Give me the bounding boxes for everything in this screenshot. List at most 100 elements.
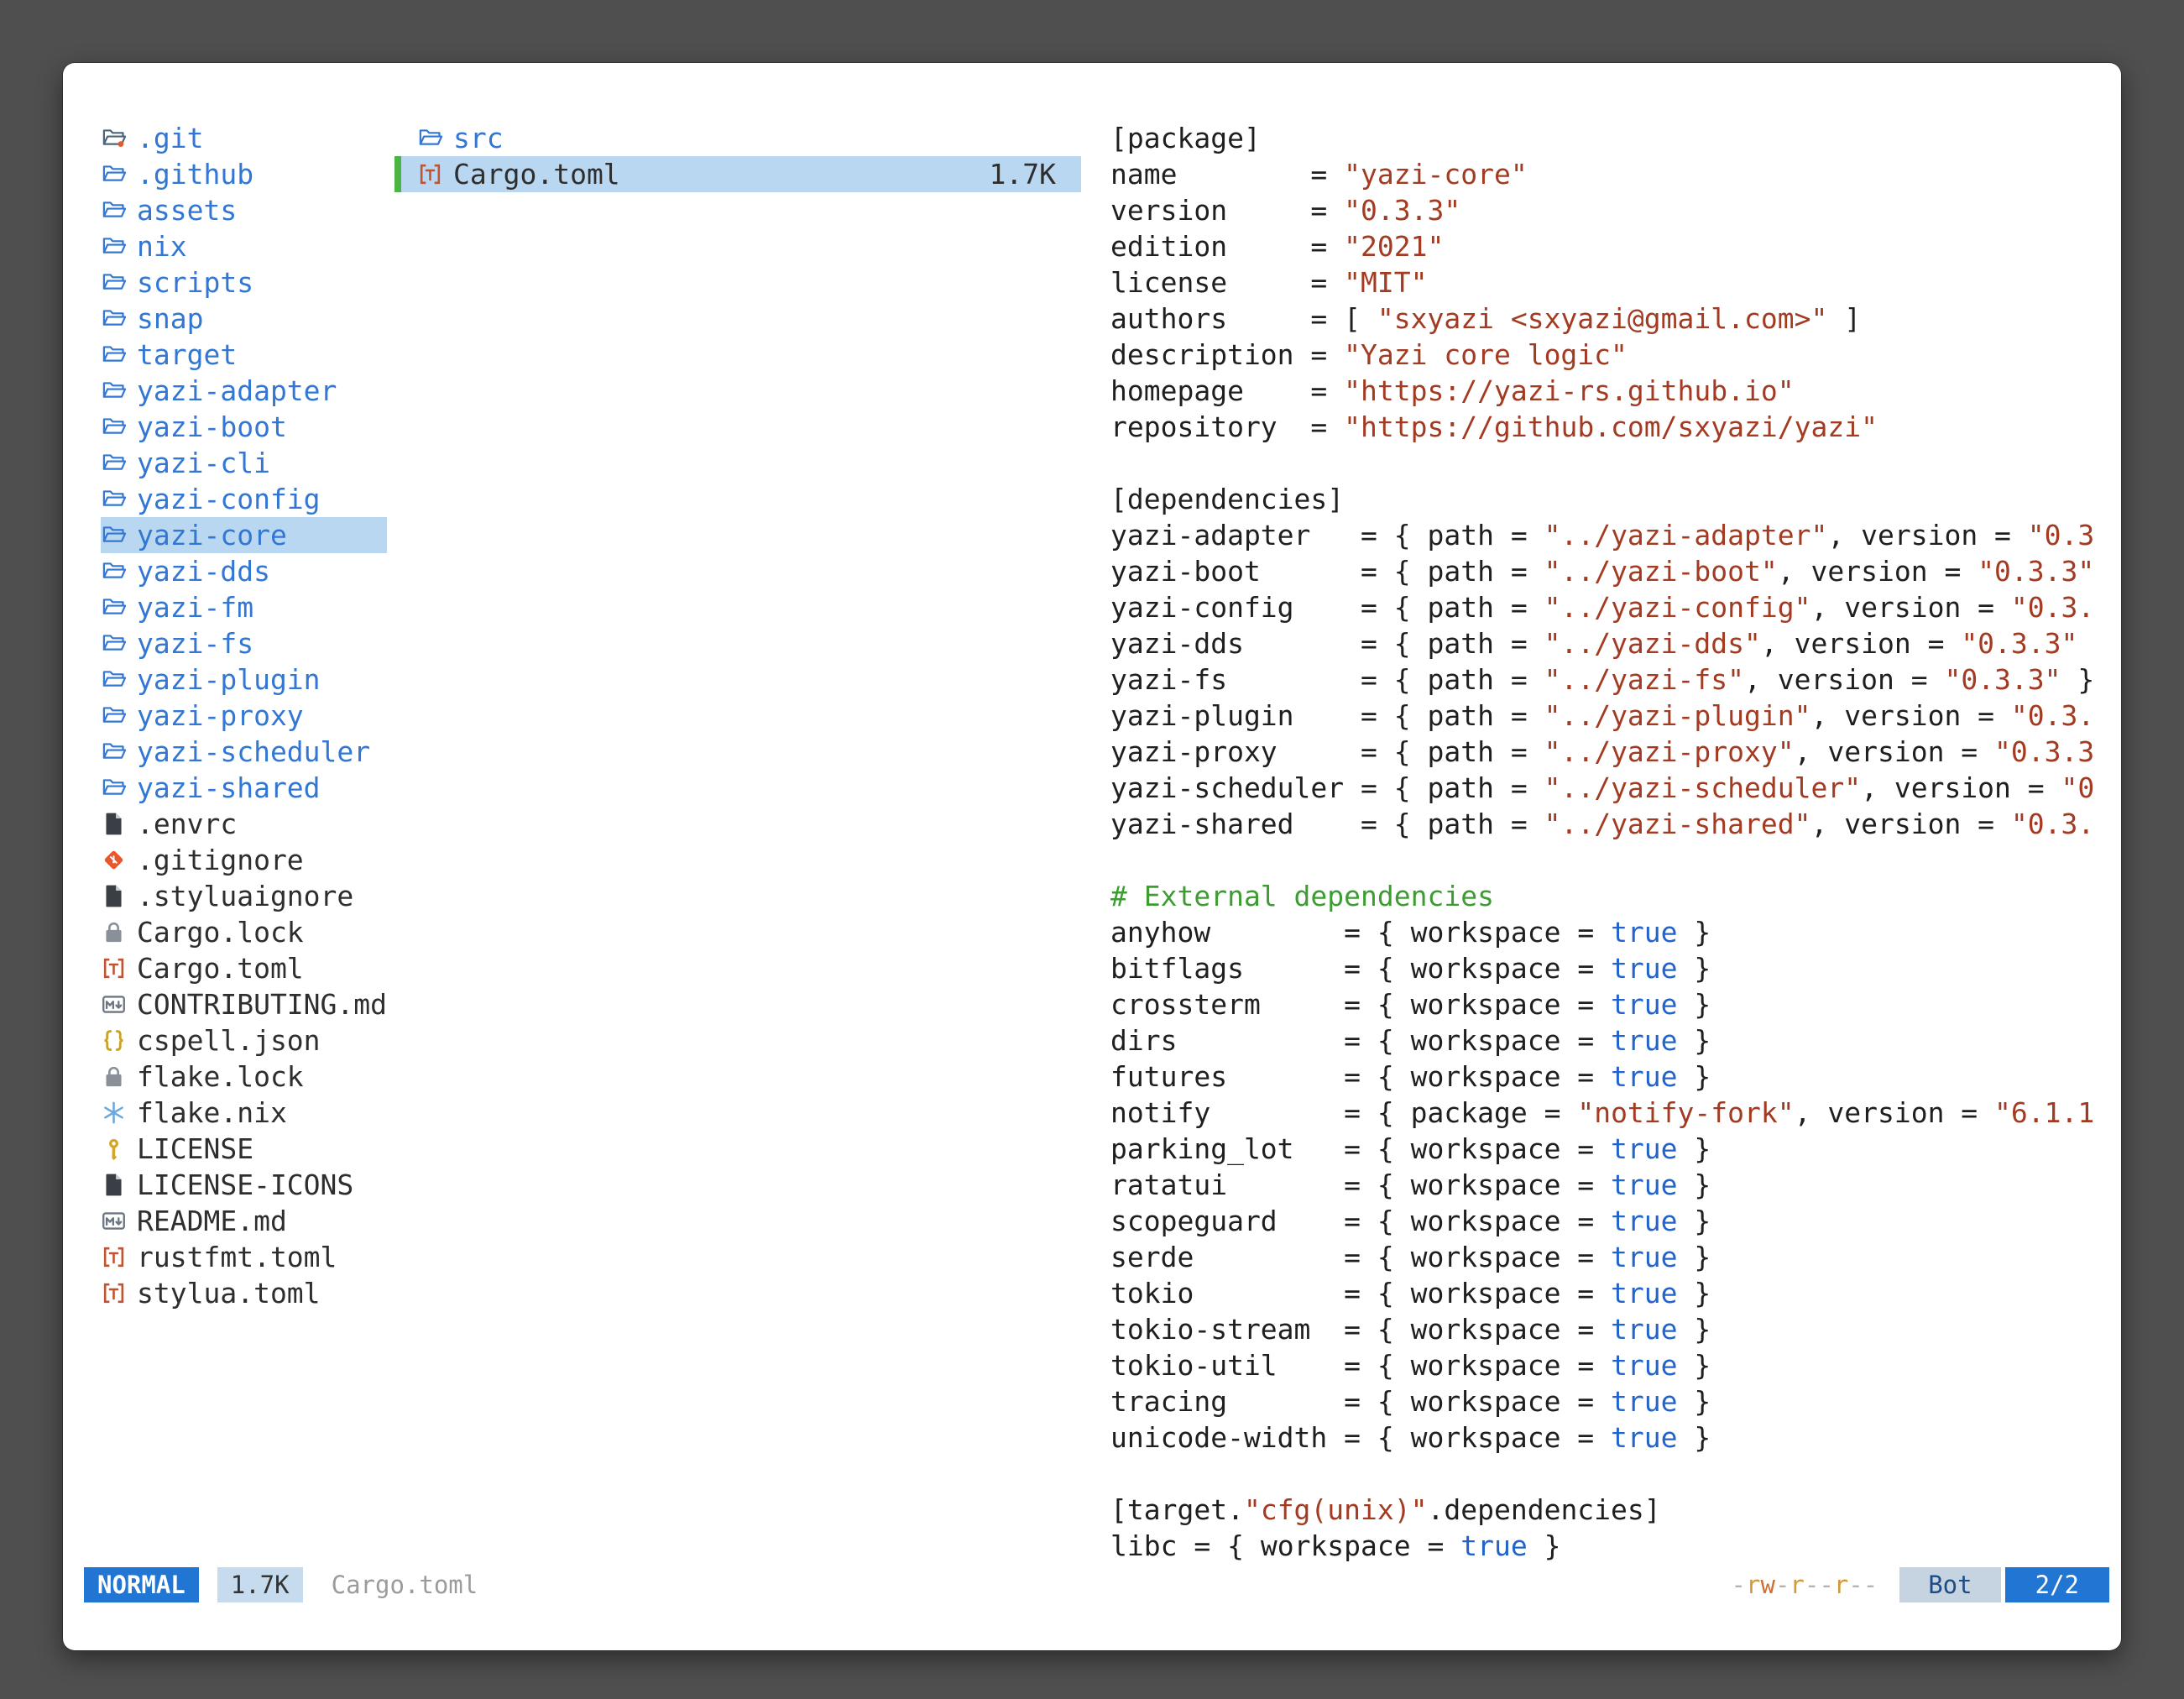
item-label: nix <box>137 230 187 263</box>
sidebar-item-yazi-cli[interactable]: yazi-cli <box>101 445 387 481</box>
code-token: workspace <box>1411 952 1561 985</box>
sidebar-item-nix[interactable]: nix <box>101 228 387 264</box>
code-token: version <box>1844 808 1961 840</box>
code-token: yazi-proxy <box>1110 735 1277 768</box>
item-label: yazi-fs <box>137 627 253 660</box>
code-line <box>1110 842 2111 878</box>
code-token: true <box>1611 988 1677 1021</box>
code-token: libc <box>1110 1529 1177 1562</box>
code-line: tokio-stream = { workspace = true } <box>1110 1311 2111 1347</box>
sidebar-item-yazi-boot[interactable]: yazi-boot <box>101 409 387 445</box>
code-token: , <box>1795 1096 1828 1129</box>
sidebar-item-yazi-fm[interactable]: yazi-fm <box>101 589 387 625</box>
code-line: license = "MIT" <box>1110 264 2111 301</box>
code-token: } <box>1678 1024 1711 1057</box>
sidebar-item-scripts[interactable]: scripts <box>101 264 387 301</box>
code-token: tokio-util <box>1110 1349 1277 1382</box>
code-token: path <box>1428 771 1494 804</box>
code-token: workspace <box>1411 1241 1561 1273</box>
sidebar-item-snap[interactable]: snap <box>101 301 387 337</box>
file-icon <box>101 883 127 909</box>
sidebar-item-yazi-proxy[interactable]: yazi-proxy <box>101 698 387 734</box>
code-token: = { <box>1261 988 1411 1021</box>
code-token: = { <box>1227 663 1427 696</box>
code-line: [package] <box>1110 120 2111 156</box>
sidebar-item-license-icons[interactable]: LICENSE-ICONS <box>101 1167 387 1203</box>
item-label: Cargo.toml <box>453 158 620 191</box>
sidebar-item-yazi-fs[interactable]: yazi-fs <box>101 625 387 661</box>
item-label: CONTRIBUTING.md <box>137 988 387 1021</box>
sidebar-item-yazi-shared[interactable]: yazi-shared <box>101 770 387 806</box>
code-token: = { <box>1277 735 1428 768</box>
code-line: futures = { workspace = true } <box>1110 1059 2111 1095</box>
code-token: } <box>1678 1385 1711 1418</box>
file-item-src[interactable]: src <box>394 120 1081 156</box>
sidebar-item-yazi-config[interactable]: yazi-config <box>101 481 387 517</box>
code-token: "../yazi-adapter" <box>1544 519 1828 552</box>
sidebar-item-readme-md[interactable]: README.md <box>101 1203 387 1239</box>
code-token: = { <box>1227 1168 1411 1201</box>
scroll-position-badge: Bot <box>1899 1567 2000 1602</box>
sidebar-item-stylua-toml[interactable]: stylua.toml <box>101 1275 387 1311</box>
code-token: ] <box>1827 302 1861 335</box>
code-token: = <box>1494 771 1544 804</box>
code-line: edition = "2021" <box>1110 228 2111 264</box>
item-label: flake.nix <box>137 1096 287 1129</box>
sidebar-item-yazi-core[interactable]: yazi-core <box>101 517 387 553</box>
code-line: ratatui = { workspace = true } <box>1110 1167 2111 1203</box>
code-token: = <box>1494 627 1544 660</box>
code-token: = <box>1560 1277 1611 1310</box>
folder-open-icon <box>101 486 127 512</box>
sidebar-item-flake-nix[interactable]: flake.nix <box>101 1095 387 1131</box>
code-line <box>1110 445 2111 481</box>
permission-char: r <box>1790 1571 1804 1599</box>
sidebar-item-rustfmt-toml[interactable]: rustfmt.toml <box>101 1239 387 1275</box>
code-token: yazi-shared <box>1110 808 1294 840</box>
sidebar-item-github[interactable]: .github <box>101 156 387 192</box>
sidebar-item-yazi-dds[interactable]: yazi-dds <box>101 553 387 589</box>
code-token: = <box>1227 194 1344 227</box>
code-token: # External dependencies <box>1110 880 1494 912</box>
code-token: scopeguard <box>1110 1205 1277 1237</box>
sidebar-item-assets[interactable]: assets <box>101 192 387 228</box>
folder-open-icon <box>101 667 127 693</box>
item-label: README.md <box>137 1205 287 1237</box>
code-token: = <box>1244 374 1344 407</box>
code-token: workspace <box>1411 1132 1561 1165</box>
sidebar-item-git[interactable]: .git <box>101 120 387 156</box>
code-token: "../yazi-scheduler" <box>1544 771 1862 804</box>
code-token: = <box>1494 663 1544 696</box>
folder-open-icon <box>101 594 127 620</box>
item-label: yazi-core <box>137 519 287 552</box>
statusbar-filename: Cargo.toml <box>332 1571 478 1599</box>
code-token: version <box>1795 627 1911 660</box>
sidebar-item-yazi-scheduler[interactable]: yazi-scheduler <box>101 734 387 770</box>
code-token: anyhow <box>1110 916 1210 949</box>
code-token: = <box>1560 1168 1611 1201</box>
code-token: yazi-adapter <box>1110 519 1310 552</box>
sidebar-item-cspell-json[interactable]: cspell.json <box>101 1022 387 1059</box>
sidebar-item-envrc[interactable]: .envrc <box>101 806 387 842</box>
code-token: = <box>1560 1385 1611 1418</box>
file-item-cargo-toml[interactable]: Cargo.toml 1.7K <box>394 156 1081 192</box>
sidebar-item-yazi-plugin[interactable]: yazi-plugin <box>101 661 387 698</box>
code-token: bitflags <box>1110 952 1244 985</box>
statusbar-right-group: -rw-r--r-- Bot 2/2 <box>1732 1567 2109 1602</box>
sidebar-item-cargo-toml[interactable]: Cargo.toml <box>101 950 387 986</box>
code-line: yazi-proxy = { path = "../yazi-proxy", v… <box>1110 734 2111 770</box>
sidebar-item-gitignore[interactable]: .gitignore <box>101 842 387 878</box>
code-token: = <box>1227 230 1344 263</box>
code-token: = <box>1494 735 1544 768</box>
sidebar-item-yazi-adapter[interactable]: yazi-adapter <box>101 373 387 409</box>
sidebar-item-flake-lock[interactable]: flake.lock <box>101 1059 387 1095</box>
sidebar-item-target[interactable]: target <box>101 337 387 373</box>
file-size: 1.7K <box>990 158 1081 191</box>
code-line: # External dependencies <box>1110 878 2111 914</box>
sidebar-item-cargo-lock[interactable]: Cargo.lock <box>101 914 387 950</box>
item-label: yazi-cli <box>137 447 270 479</box>
code-token: true <box>1611 1132 1677 1165</box>
sidebar-item-styluaignore[interactable]: .styluaignore <box>101 878 387 914</box>
sidebar-item-license[interactable]: LICENSE <box>101 1131 387 1167</box>
sidebar-item-contributing-md[interactable]: CONTRIBUTING.md <box>101 986 387 1022</box>
code-token: path <box>1428 699 1494 732</box>
